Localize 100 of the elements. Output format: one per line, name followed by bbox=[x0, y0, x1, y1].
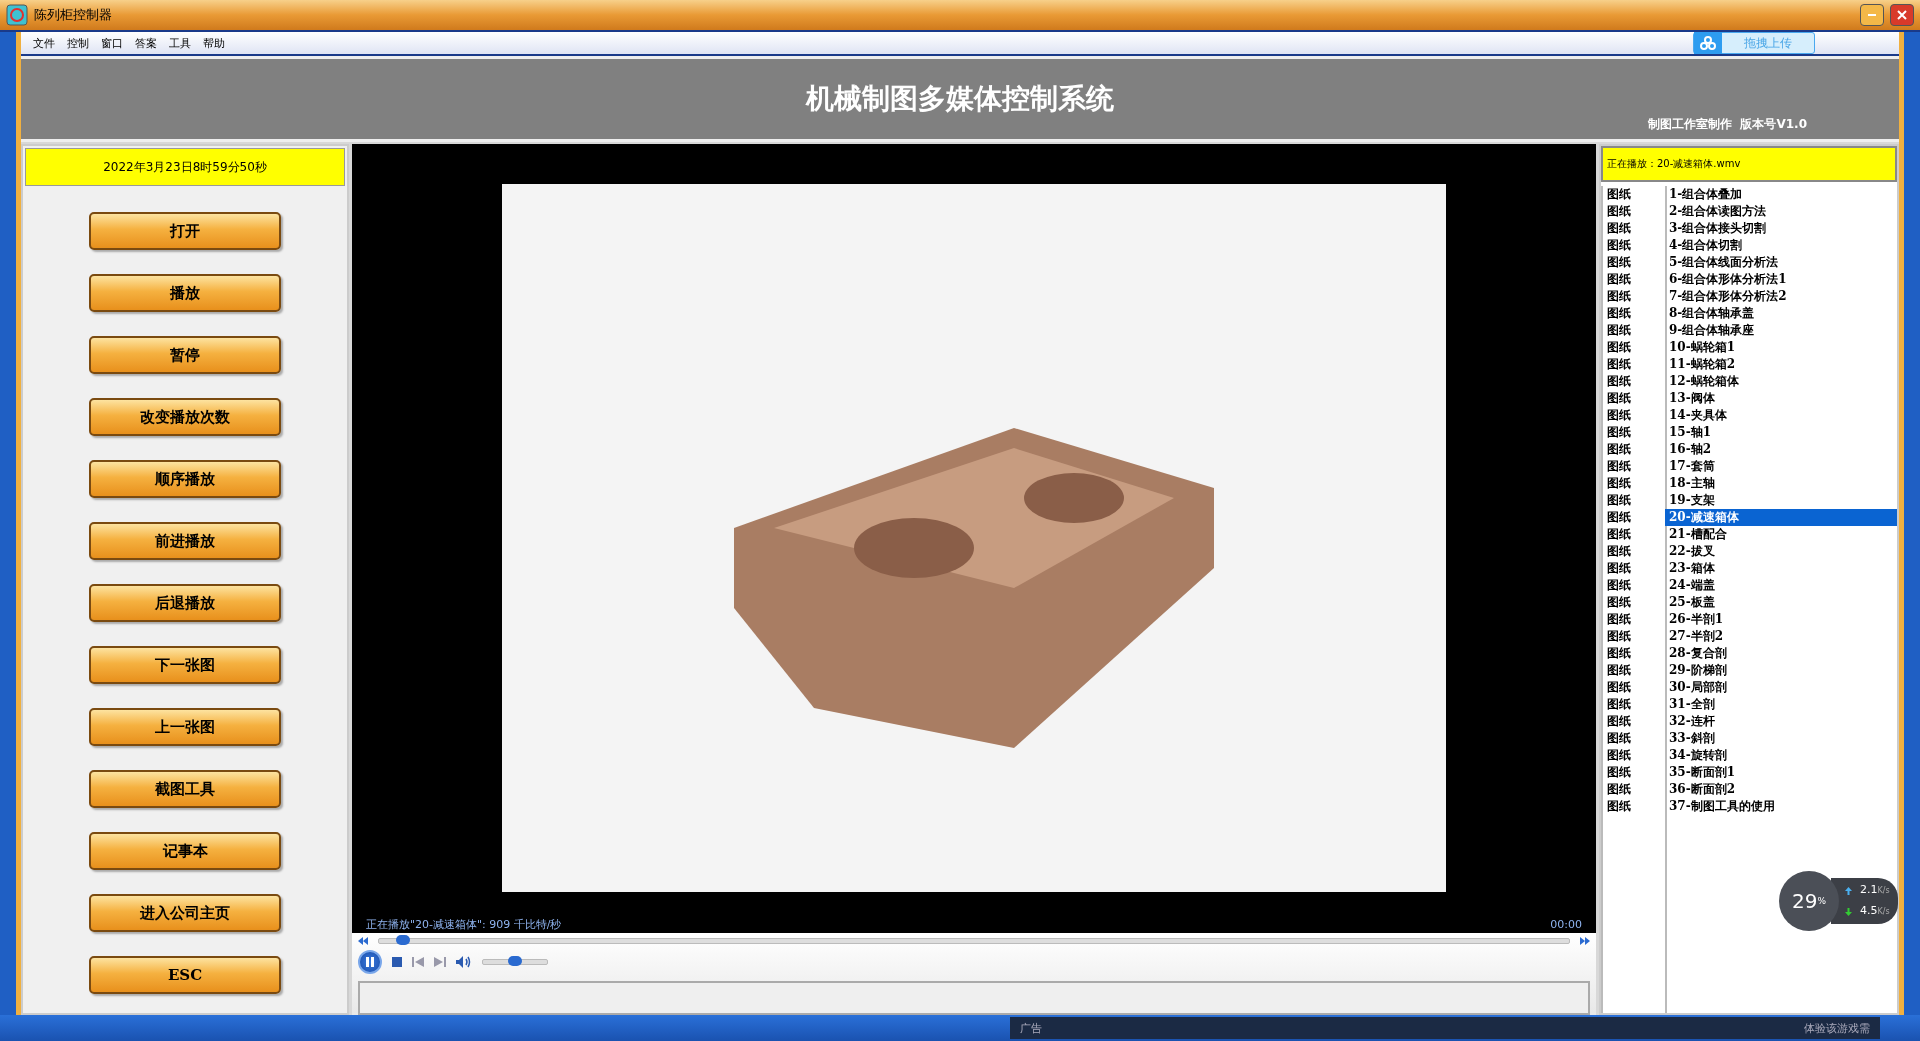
control-button[interactable]: 播放 bbox=[89, 274, 281, 312]
volume-button[interactable] bbox=[456, 956, 472, 968]
playlist-item[interactable]: 8-组合体轴承盖 bbox=[1665, 305, 1897, 322]
playlist-item[interactable]: 2-组合体读图方法 bbox=[1665, 203, 1897, 220]
playlist-type[interactable]: 图纸 bbox=[1603, 458, 1665, 475]
playlist-item[interactable]: 12-蜗轮箱体 bbox=[1665, 373, 1897, 390]
playlist-type[interactable]: 图纸 bbox=[1603, 254, 1665, 271]
playlist-item[interactable]: 22-拔叉 bbox=[1665, 543, 1897, 560]
playlist-item[interactable]: 5-组合体线面分析法 bbox=[1665, 254, 1897, 271]
playlist-item[interactable]: 25-板盖 bbox=[1665, 594, 1897, 611]
playlist-item[interactable]: 21-槽配合 bbox=[1665, 526, 1897, 543]
playlist-item[interactable]: 29-阶梯剖 bbox=[1665, 662, 1897, 679]
playlist-type[interactable]: 图纸 bbox=[1603, 662, 1665, 679]
playlist-type[interactable]: 图纸 bbox=[1603, 798, 1665, 815]
playlist-type[interactable]: 图纸 bbox=[1603, 424, 1665, 441]
playlist-type[interactable]: 图纸 bbox=[1603, 475, 1665, 492]
playlist-item[interactable]: 28-复合剖 bbox=[1665, 645, 1897, 662]
playlist-type[interactable]: 图纸 bbox=[1603, 594, 1665, 611]
playlist-item[interactable]: 37-制图工具的使用 bbox=[1665, 798, 1897, 815]
menu-item[interactable]: 答案 bbox=[129, 35, 163, 51]
playlist-type[interactable]: 图纸 bbox=[1603, 764, 1665, 781]
playlist-type[interactable]: 图纸 bbox=[1603, 679, 1665, 696]
playlist-item[interactable]: 24-端盖 bbox=[1665, 577, 1897, 594]
playlist-type[interactable]: 图纸 bbox=[1603, 747, 1665, 764]
playlist-type[interactable]: 图纸 bbox=[1603, 203, 1665, 220]
menu-item[interactable]: 帮助 bbox=[197, 35, 231, 51]
playlist-type[interactable]: 图纸 bbox=[1603, 526, 1665, 543]
control-button[interactable]: 截图工具 bbox=[89, 770, 281, 808]
playlist-type[interactable]: 图纸 bbox=[1603, 628, 1665, 645]
playlist-type[interactable]: 图纸 bbox=[1603, 543, 1665, 560]
playlist-item[interactable]: 17-套筒 bbox=[1665, 458, 1897, 475]
playlist-item[interactable]: 15-轴1 bbox=[1665, 424, 1897, 441]
playlist-type[interactable]: 图纸 bbox=[1603, 237, 1665, 254]
playlist-type[interactable]: 图纸 bbox=[1603, 407, 1665, 424]
playlist-type[interactable]: 图纸 bbox=[1603, 492, 1665, 509]
playlist-type[interactable]: 图纸 bbox=[1603, 730, 1665, 747]
control-button[interactable]: 上一张图 bbox=[89, 708, 281, 746]
playlist-type[interactable]: 图纸 bbox=[1603, 390, 1665, 407]
playlist-item[interactable]: 1-组合体叠加 bbox=[1665, 186, 1897, 203]
control-button[interactable]: 改变播放次数 bbox=[89, 398, 281, 436]
previous-button[interactable] bbox=[412, 957, 424, 967]
control-button[interactable]: 暂停 bbox=[89, 336, 281, 374]
ad-banner[interactable]: 广告 体验该游戏需 bbox=[1010, 1017, 1880, 1039]
control-button[interactable]: 记事本 bbox=[89, 832, 281, 870]
control-button[interactable]: 进入公司主页 bbox=[89, 894, 281, 932]
control-button[interactable]: ESC bbox=[89, 956, 281, 994]
playlist-item[interactable]: 10-蜗轮箱1 bbox=[1665, 339, 1897, 356]
minimize-button[interactable] bbox=[1860, 4, 1884, 26]
playlist-type[interactable]: 图纸 bbox=[1603, 509, 1665, 526]
control-button[interactable]: 下一张图 bbox=[89, 646, 281, 684]
playlist-type[interactable]: 图纸 bbox=[1603, 220, 1665, 237]
playlist-item[interactable]: 19-支架 bbox=[1665, 492, 1897, 509]
playlist-type[interactable]: 图纸 bbox=[1603, 186, 1665, 203]
control-button[interactable]: 顺序播放 bbox=[89, 460, 281, 498]
playlist-item[interactable]: 35-断面剖1 bbox=[1665, 764, 1897, 781]
playlist-type[interactable]: 图纸 bbox=[1603, 322, 1665, 339]
playlist-item[interactable]: 18-主轴 bbox=[1665, 475, 1897, 492]
playlist-type[interactable]: 图纸 bbox=[1603, 560, 1665, 577]
rewind-icon[interactable] bbox=[358, 937, 368, 945]
menu-item[interactable]: 控制 bbox=[61, 35, 95, 51]
menu-item[interactable]: 工具 bbox=[163, 35, 197, 51]
playlist-type[interactable]: 图纸 bbox=[1603, 356, 1665, 373]
playlist-item[interactable]: 34-旋转剖 bbox=[1665, 747, 1897, 764]
playlist-item[interactable]: 3-组合体接头切割 bbox=[1665, 220, 1897, 237]
playlist-item[interactable]: 4-组合体切割 bbox=[1665, 237, 1897, 254]
pause-button[interactable] bbox=[358, 950, 382, 974]
playlist-type[interactable]: 图纸 bbox=[1603, 271, 1665, 288]
playlist-type[interactable]: 图纸 bbox=[1603, 339, 1665, 356]
playlist-item[interactable]: 20-减速箱体 bbox=[1665, 509, 1897, 526]
playlist-type[interactable]: 图纸 bbox=[1603, 645, 1665, 662]
playlist-item[interactable]: 31-全剖 bbox=[1665, 696, 1897, 713]
playlist-item[interactable]: 9-组合体轴承座 bbox=[1665, 322, 1897, 339]
playlist-item[interactable]: 6-组合体形体分析法1 bbox=[1665, 271, 1897, 288]
close-button[interactable] bbox=[1890, 4, 1914, 26]
control-button[interactable]: 打开 bbox=[89, 212, 281, 250]
menu-item[interactable]: 窗口 bbox=[95, 35, 129, 51]
next-button[interactable] bbox=[434, 957, 446, 967]
playlist-type[interactable]: 图纸 bbox=[1603, 288, 1665, 305]
playlist-item[interactable]: 32-连杆 bbox=[1665, 713, 1897, 730]
playlist-type[interactable]: 图纸 bbox=[1603, 713, 1665, 730]
playlist-item[interactable]: 27-半剖2 bbox=[1665, 628, 1897, 645]
playlist-type[interactable]: 图纸 bbox=[1603, 611, 1665, 628]
menu-item[interactable]: 文件 bbox=[27, 35, 61, 51]
playlist-type[interactable]: 图纸 bbox=[1603, 441, 1665, 458]
volume-slider[interactable] bbox=[482, 959, 548, 965]
playlist-item[interactable]: 14-夹具体 bbox=[1665, 407, 1897, 424]
playlist-item[interactable]: 26-半剖1 bbox=[1665, 611, 1897, 628]
playlist-item[interactable]: 23-箱体 bbox=[1665, 560, 1897, 577]
playlist-item[interactable]: 11-蜗轮箱2 bbox=[1665, 356, 1897, 373]
playlist-type[interactable]: 图纸 bbox=[1603, 696, 1665, 713]
fast-forward-icon[interactable] bbox=[1580, 937, 1590, 945]
control-button[interactable]: 后退播放 bbox=[89, 584, 281, 622]
playlist-type[interactable]: 图纸 bbox=[1603, 781, 1665, 798]
playlist-item[interactable]: 16-轴2 bbox=[1665, 441, 1897, 458]
playlist-type[interactable]: 图纸 bbox=[1603, 577, 1665, 594]
playlist-item[interactable]: 30-局部剖 bbox=[1665, 679, 1897, 696]
playlist-type[interactable]: 图纸 bbox=[1603, 305, 1665, 322]
playlist-item[interactable]: 36-断面剖2 bbox=[1665, 781, 1897, 798]
playlist-type[interactable]: 图纸 bbox=[1603, 373, 1665, 390]
control-button[interactable]: 前进播放 bbox=[89, 522, 281, 560]
